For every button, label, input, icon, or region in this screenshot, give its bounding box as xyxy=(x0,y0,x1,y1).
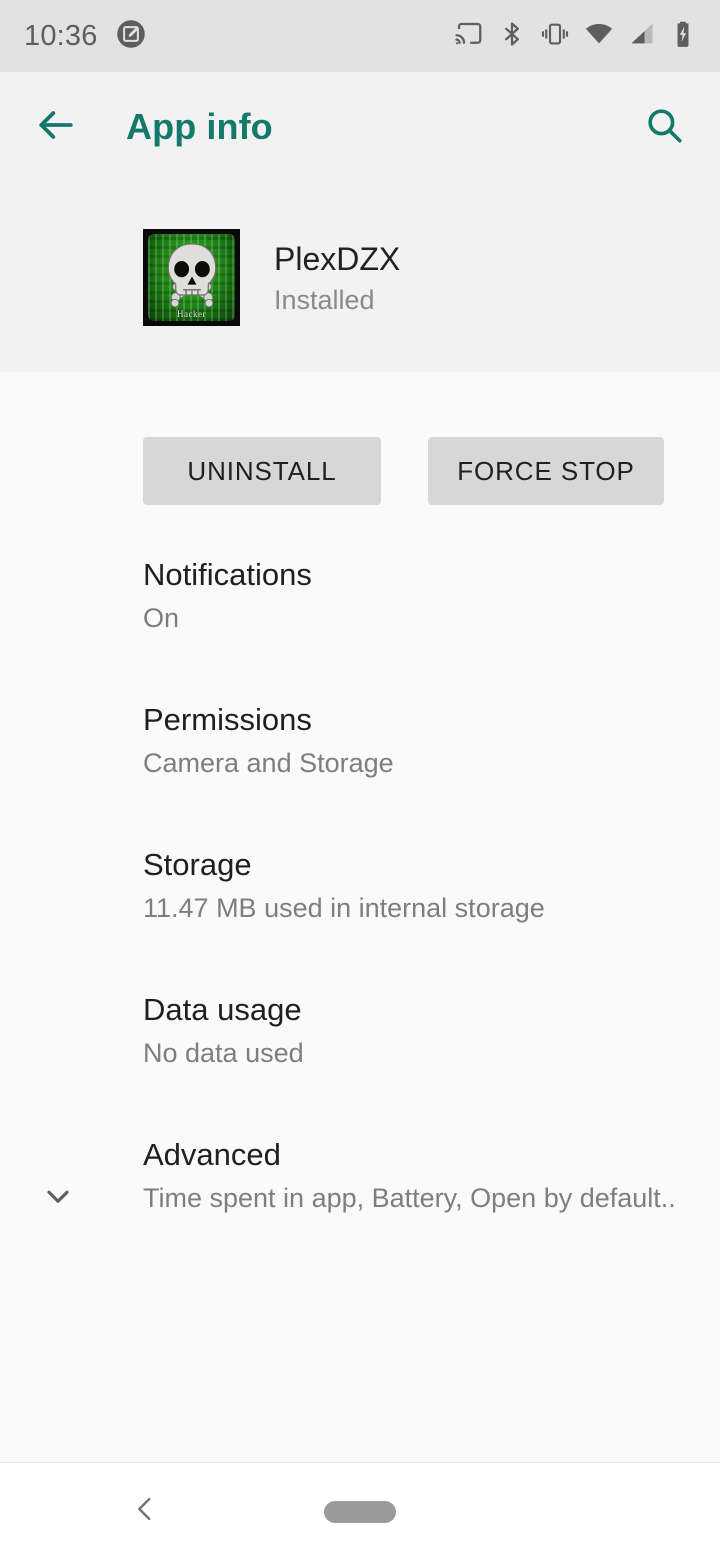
nav-home-handle[interactable] xyxy=(324,1500,396,1523)
settings-row-data-usage[interactable]: Data usage No data used xyxy=(0,991,720,1136)
nav-back-icon xyxy=(128,1492,162,1531)
app-name: PlexDZX xyxy=(274,240,401,277)
settings-row-title: Storage xyxy=(143,847,252,882)
cellular-signal-icon xyxy=(628,20,656,53)
app-meta: PlexDZX Installed xyxy=(274,239,400,316)
arrow-back-icon xyxy=(34,103,78,152)
bluetooth-icon xyxy=(498,20,526,53)
app-settings-list: Notifications On Permissions Camera and … xyxy=(0,556,720,1281)
screenshot-notification-icon xyxy=(116,19,146,54)
app-icon-plexdzx: Hacker xyxy=(143,228,240,326)
settings-row-subtitle: No data used xyxy=(143,1038,304,1069)
nav-back-button[interactable] xyxy=(120,1487,170,1537)
force-stop-button[interactable]: FORCE STOP xyxy=(428,437,664,505)
settings-row-advanced[interactable]: Advanced Time spent in app, Battery, Ope… xyxy=(0,1136,720,1281)
settings-row-subtitle: 11.47 MB used in internal storage xyxy=(143,893,545,924)
app-bar: App info xyxy=(0,72,720,182)
settings-row-subtitle: On xyxy=(143,603,180,634)
status-bar-right xyxy=(454,19,696,54)
settings-row-notifications[interactable]: Notifications On xyxy=(0,556,720,701)
status-bar: 10:36 xyxy=(0,0,720,72)
page-title: App info xyxy=(126,106,273,147)
action-buttons: UNINSTALL FORCE STOP xyxy=(0,437,720,505)
settings-row-title: Permissions xyxy=(143,702,312,737)
settings-row-subtitle: Camera and Storage xyxy=(143,748,394,779)
phone-screen: 10:36 App info Hacker PlexDZX Installed … xyxy=(0,0,720,1560)
search-button[interactable] xyxy=(636,99,692,155)
settings-row-title: Data usage xyxy=(143,992,302,1027)
cast-icon xyxy=(454,19,484,54)
status-bar-clock: 10:36 xyxy=(24,19,98,52)
back-button[interactable] xyxy=(28,99,84,155)
search-icon xyxy=(643,104,685,151)
app-install-status: Installed xyxy=(274,284,375,315)
chevron-down-icon[interactable] xyxy=(38,1176,78,1216)
wifi-icon xyxy=(584,19,614,54)
settings-row-permissions[interactable]: Permissions Camera and Storage xyxy=(0,701,720,846)
settings-row-title: Notifications xyxy=(143,557,312,592)
vibrate-icon xyxy=(540,19,570,54)
app-summary-header: Hacker PlexDZX Installed xyxy=(0,182,720,372)
battery-charging-icon xyxy=(670,20,696,53)
system-navigation-bar xyxy=(0,1462,720,1560)
settings-row-subtitle: Time spent in app, Battery, Open by defa… xyxy=(143,1183,676,1214)
status-bar-left: 10:36 xyxy=(24,19,146,54)
app-icon-caption: Hacker xyxy=(177,308,206,319)
settings-row-storage[interactable]: Storage 11.47 MB used in internal storag… xyxy=(0,846,720,991)
skull-crossbones-glyph xyxy=(167,243,216,308)
settings-row-title: Advanced xyxy=(143,1137,281,1172)
uninstall-button[interactable]: UNINSTALL xyxy=(143,437,381,505)
